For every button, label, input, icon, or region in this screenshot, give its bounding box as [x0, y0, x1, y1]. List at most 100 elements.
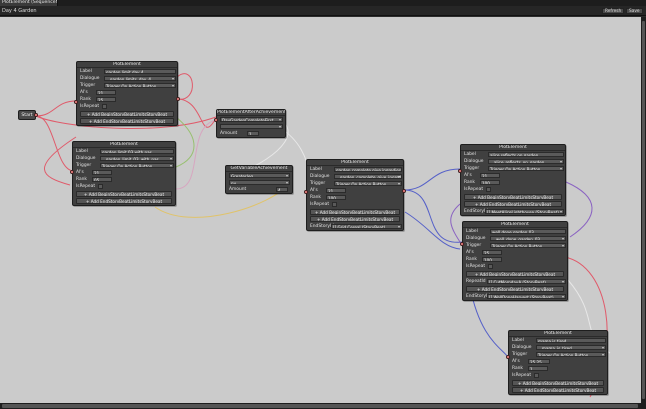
dialogue-select[interactable]: ...alice_reflects_on_garden — [488, 159, 564, 164]
breadcrumb[interactable]: Day 4 Garden — [2, 7, 37, 15]
add-end-story-beat-button[interactable]: + Add EndStoryBeatLimitsStoryBeat — [512, 387, 604, 393]
ai-input[interactable]: 21 — [96, 90, 116, 95]
is-repeat-checkbox[interactable] — [332, 202, 337, 207]
trigger-select[interactable]: Trigger On Action Button — [334, 181, 402, 186]
field-value-row: nv — [226, 179, 292, 186]
dialogue-select[interactable]: ...garden_limit_03_with_nas — [100, 156, 174, 161]
is-repeat-caption: IsRepeat — [80, 104, 100, 109]
field-ai-row: AI's 21 — [461, 172, 565, 179]
input-port[interactable] — [506, 355, 510, 359]
add-end-story-beat-button[interactable]: + Add EndStoryBeatLimitsStoryBeat — [80, 118, 174, 124]
ai-input[interactable]: 25 25 — [528, 359, 550, 364]
refresh-button[interactable]: Refresh — [602, 8, 625, 14]
rank-input[interactable]: 1 — [528, 366, 548, 371]
operator-select[interactable]: Greater/eq — [229, 173, 290, 178]
rank-input[interactable]: 05 — [92, 177, 112, 182]
input-port[interactable] — [304, 190, 308, 194]
field-label-row: Label well done garden 03 — [463, 228, 567, 235]
rank-input[interactable]: 100 — [480, 180, 500, 185]
plot-element-node[interactable]: PlotElement Label mama is tired Dialogue.… — [506, 330, 608, 395]
label-input[interactable]: garden complete give ingredient lunch — [334, 167, 402, 172]
trigger-select[interactable]: Trigger On Action Button — [488, 166, 564, 171]
output-port[interactable] — [402, 189, 406, 193]
label-input[interactable]: well done garden 03 — [490, 229, 566, 234]
ai-input[interactable]: 21 — [92, 170, 112, 175]
input-port[interactable] — [214, 118, 218, 122]
trigger-select[interactable]: Trigger On Action Button — [104, 83, 176, 88]
rank-input[interactable]: 25 — [96, 97, 116, 102]
amount-input[interactable]: 4 — [276, 187, 288, 192]
plot-element-node[interactable]: PlotElement Label garden limit day 4 Dial… — [74, 61, 180, 126]
add-end-story-beat-button[interactable]: + Add EndStoryBeatLimitsStoryBeat — [310, 216, 400, 222]
label-input[interactable]: garden limit day 4 — [104, 69, 176, 74]
achievement-select[interactable]: DayGardenCompleteFirst — [220, 117, 283, 122]
input-port[interactable] — [460, 242, 464, 246]
achievement-node[interactable]: PlotElementAfterAchievement DayGardenCom… — [214, 109, 286, 138]
field-ai-row: AI's 25 — [463, 249, 567, 256]
plot-element-node[interactable]: PlotElement Label garden complete give in… — [304, 159, 406, 231]
add-end-story-beat-button[interactable]: + Add EndStoryBeatLimitsStoryBeat — [466, 286, 564, 292]
plot-element-node[interactable]: PlotElement Label garden limit 03 with na… — [70, 141, 176, 206]
dialogue-select[interactable]: ...garden_complete_give_ingredient — [334, 174, 402, 179]
end-story-select[interactable]: [] MeetAliceLighthouse (StoryBeat) — [485, 209, 564, 214]
is-repeat-caption: IsRepeat — [512, 373, 532, 378]
input-port[interactable] — [74, 100, 78, 104]
wire — [565, 181, 593, 238]
is-repeat-checkbox[interactable] — [486, 187, 491, 192]
is-repeat-checkbox[interactable] — [102, 104, 107, 109]
add-begin-story-beat-button[interactable]: + Add BeginStoryBeatLimitsStoryBeat — [512, 380, 604, 386]
variable-select[interactable]: nv — [229, 180, 290, 185]
input-port[interactable] — [458, 169, 462, 173]
trigger-select[interactable]: Trigger On Action Button — [536, 352, 606, 357]
ai-input[interactable]: 21 — [480, 173, 500, 178]
wire — [404, 211, 461, 250]
output-port[interactable] — [176, 97, 180, 101]
horizontal-scroll-thumb[interactable] — [2, 404, 638, 408]
is-repeat-checkbox[interactable] — [98, 184, 103, 189]
add-end-story-beat-button[interactable]: + Add EndStoryBeatLimitsStoryBeat — [464, 201, 562, 207]
rank-caption: Rank — [80, 97, 91, 102]
horizontal-scrollbar[interactable] — [0, 403, 646, 409]
plot-element-node[interactable]: PlotElement Label alice reflects on garde… — [458, 144, 566, 216]
ai-input[interactable]: 25 — [482, 250, 502, 255]
plot-element-node[interactable]: PlotElement Label well done garden 03 Dia… — [460, 221, 568, 301]
variable-node[interactable]: GetVariableAchievement Greater/eq nv Amo… — [225, 165, 293, 194]
dialogue-select[interactable]: ...well_done_garden_03 — [490, 236, 566, 241]
repeat-id-select[interactable]: [] CutMorndayA (StoryBeat) — [487, 279, 566, 284]
vertical-scroll-thumb[interactable] — [642, 21, 645, 399]
field-empty-row — [217, 123, 285, 130]
input-port[interactable] — [70, 170, 74, 174]
field-rank-row: Rank 100 — [307, 194, 403, 201]
label-input[interactable]: mama is tired — [536, 338, 606, 343]
save-button[interactable]: Save — [626, 8, 643, 14]
ai-input[interactable]: 21 — [326, 188, 346, 193]
amount-input[interactable]: 1 — [247, 131, 259, 136]
is-repeat-checkbox[interactable] — [534, 373, 539, 378]
label-input[interactable]: alice reflects on garden — [488, 152, 564, 157]
add-begin-story-beat-button[interactable]: + Add BeginStoryBeatLimitsStoryBeat — [76, 191, 172, 197]
is-repeat-checkbox[interactable] — [488, 264, 493, 269]
add-end-story-beat-button[interactable]: + Add EndStoryBeatLimitsStoryBeat — [76, 198, 172, 204]
graph-canvas[interactable]: Start PlotElement Label garden limit day … — [0, 17, 641, 403]
add-begin-story-beat-button[interactable]: + Add BeginStoryBeatLimitsStoryBeat — [466, 271, 564, 277]
end-story-select[interactable]: [] Grid Cereal (StoryBeat) — [331, 224, 402, 229]
add-begin-story-beat-button[interactable]: + Add BeginStoryBeatLimitsStoryBeat — [464, 194, 562, 200]
trigger-select[interactable]: Trigger On Action Button — [490, 243, 566, 248]
add-begin-story-beat-button[interactable]: + Add BeginStoryBeatLimitsStoryBeat — [80, 111, 174, 117]
rank-input[interactable]: 100 — [326, 195, 346, 200]
rank-input[interactable]: 100 — [482, 257, 502, 262]
dialogue-select[interactable]: ...garden limits_day_4 — [104, 76, 176, 81]
secondary-select[interactable] — [220, 124, 283, 129]
label-input[interactable]: garden limit 03 with nas — [100, 149, 174, 154]
end-story-select[interactable]: [] WellDoneHarvest (StoryBeat) — [487, 294, 566, 299]
rank-caption: Rank — [310, 195, 321, 200]
dialogue-select[interactable]: ...mama_is_tired — [536, 345, 606, 350]
vertical-scrollbar[interactable] — [641, 17, 646, 403]
trigger-select[interactable]: Trigger On Action Button — [100, 163, 174, 168]
trigger-caption: Trigger — [512, 352, 528, 357]
field-end-story-row: EndStoryId[] Grid Cereal (StoryBeat) — [307, 223, 403, 230]
field-trigger-row: Trigger Trigger On Action Button — [461, 165, 565, 172]
start-output-port[interactable] — [34, 113, 38, 117]
trigger-caption: Trigger — [80, 83, 96, 88]
add-begin-story-beat-button[interactable]: + Add BeginStoryBeatLimitsStoryBeat — [310, 209, 400, 215]
